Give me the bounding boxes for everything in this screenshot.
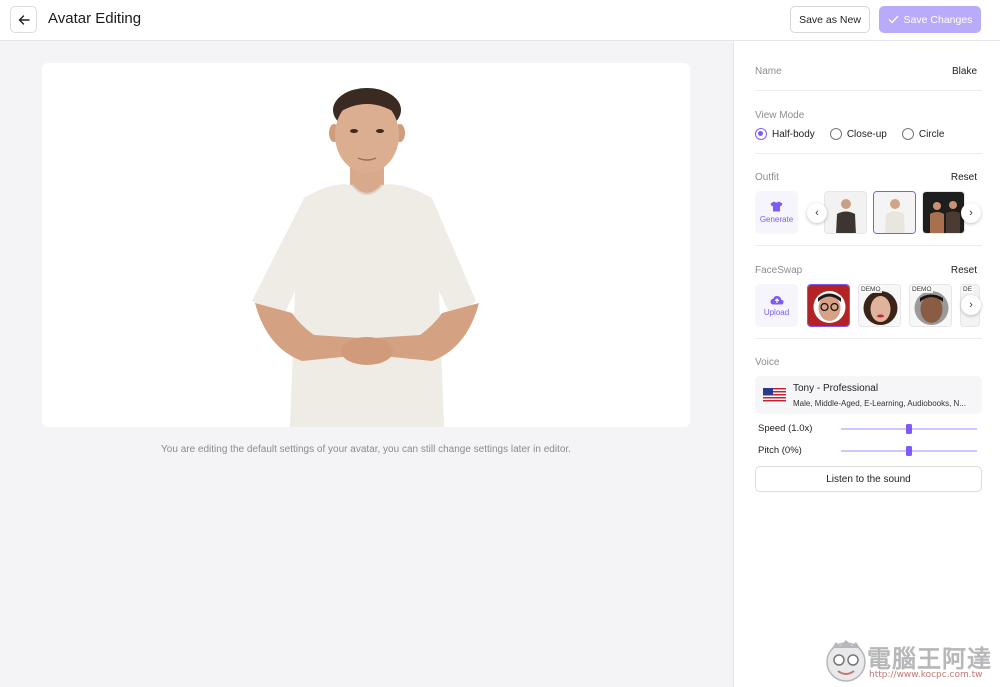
name-value[interactable]: Blake	[952, 66, 977, 77]
chevron-right-icon: ›	[969, 299, 973, 311]
watermark-text: 電腦王阿達	[867, 645, 992, 673]
view-mode-circle[interactable]: Circle	[901, 128, 945, 140]
faceswap-label: FaceSwap	[755, 265, 803, 276]
faceswap-reset-button[interactable]: Reset	[951, 265, 977, 276]
face-thumb-glasses[interactable]	[807, 284, 850, 327]
voice-selector[interactable]: Tony - Professional Male, Middle-Aged, E…	[755, 376, 982, 414]
back-button[interactable]	[10, 6, 37, 33]
pitch-slider-thumb[interactable]	[906, 446, 912, 456]
face-thumb-woman[interactable]: DEMO	[858, 284, 901, 327]
outfit-thumb-white-shirt[interactable]	[873, 191, 916, 234]
speed-slider-thumb[interactable]	[906, 424, 912, 434]
us-flag-icon	[763, 388, 786, 403]
outfit-prev-button[interactable]: ‹	[807, 203, 827, 223]
voice-name: Tony - Professional	[793, 383, 879, 394]
speed-slider[interactable]	[841, 424, 977, 434]
divider	[755, 245, 982, 246]
radio-unselected[interactable]	[901, 128, 914, 140]
save-changes-label: Save Changes	[903, 13, 973, 26]
save-changes-button[interactable]: Save Changes	[879, 6, 981, 33]
view-mode-options: Half-body Close-up Circle	[755, 128, 959, 140]
radio-selected[interactable]	[755, 128, 767, 140]
divider	[755, 90, 982, 91]
demo-tag-partial: DE	[962, 286, 974, 293]
watermark: 電腦王阿達 http://www.kocpc.com.tw	[825, 636, 997, 686]
view-mode-half-body[interactable]: Half-body	[755, 128, 815, 140]
avatar-figure	[252, 88, 479, 427]
face-thumb-man[interactable]: DEMO	[909, 284, 952, 327]
top-bar: Avatar Editing Save as New Save Changes	[0, 0, 1000, 41]
outfit-next-button[interactable]: ›	[961, 203, 981, 223]
outfit-reset-button[interactable]: Reset	[951, 172, 977, 183]
view-mode-label: View Mode	[755, 110, 805, 121]
save-as-new-button[interactable]: Save as New	[790, 6, 870, 33]
name-label: Name	[755, 66, 782, 77]
faceswap-next-button[interactable]: ›	[961, 295, 981, 315]
voice-label: Voice	[755, 357, 780, 368]
editing-hint: You are editing the default settings of …	[161, 444, 571, 455]
pitch-label: Pitch (0%)	[758, 445, 802, 456]
pitch-slider[interactable]	[841, 446, 977, 456]
arrow-left-icon	[18, 14, 30, 25]
avatar-preview	[42, 63, 690, 427]
chevron-left-icon: ‹	[815, 207, 819, 219]
page-title: Avatar Editing	[48, 10, 142, 27]
check-icon	[888, 15, 899, 24]
demo-tag: DEMO	[860, 286, 882, 293]
upload-face-button[interactable]: Upload	[755, 284, 798, 327]
outfit-thumb-dark-background[interactable]	[922, 191, 965, 234]
outfit-label: Outfit	[755, 172, 779, 183]
upload-label: Upload	[763, 307, 790, 317]
radio-unselected[interactable]	[829, 128, 842, 140]
outfit-thumb-dark-shirt[interactable]	[824, 191, 867, 234]
cloud-upload-icon	[770, 295, 783, 304]
watermark-url: http://www.kocpc.com.tw	[869, 670, 983, 680]
chevron-right-icon: ›	[969, 207, 973, 219]
generate-outfit-button[interactable]: Generate	[755, 191, 798, 234]
view-mode-label-half-body: Half-body	[772, 128, 815, 140]
divider	[755, 153, 982, 154]
view-mode-label-close-up: Close-up	[846, 128, 887, 140]
generate-label: Generate	[759, 215, 794, 224]
speed-label: Speed (1.0x)	[758, 423, 813, 434]
demo-tag: DEMO	[911, 286, 933, 293]
settings-panel: Name Blake View Mode Half-body Close-up …	[733, 41, 1000, 687]
mascot-logo	[826, 640, 866, 682]
divider	[755, 338, 982, 339]
view-mode-label-circle: Circle	[918, 128, 945, 140]
listen-button[interactable]: Listen to the sound	[755, 466, 982, 492]
shirt-icon	[770, 201, 783, 212]
view-mode-close-up[interactable]: Close-up	[829, 128, 887, 140]
voice-description: Male, Middle-Aged, E-Learning, Audiobook…	[793, 399, 966, 408]
